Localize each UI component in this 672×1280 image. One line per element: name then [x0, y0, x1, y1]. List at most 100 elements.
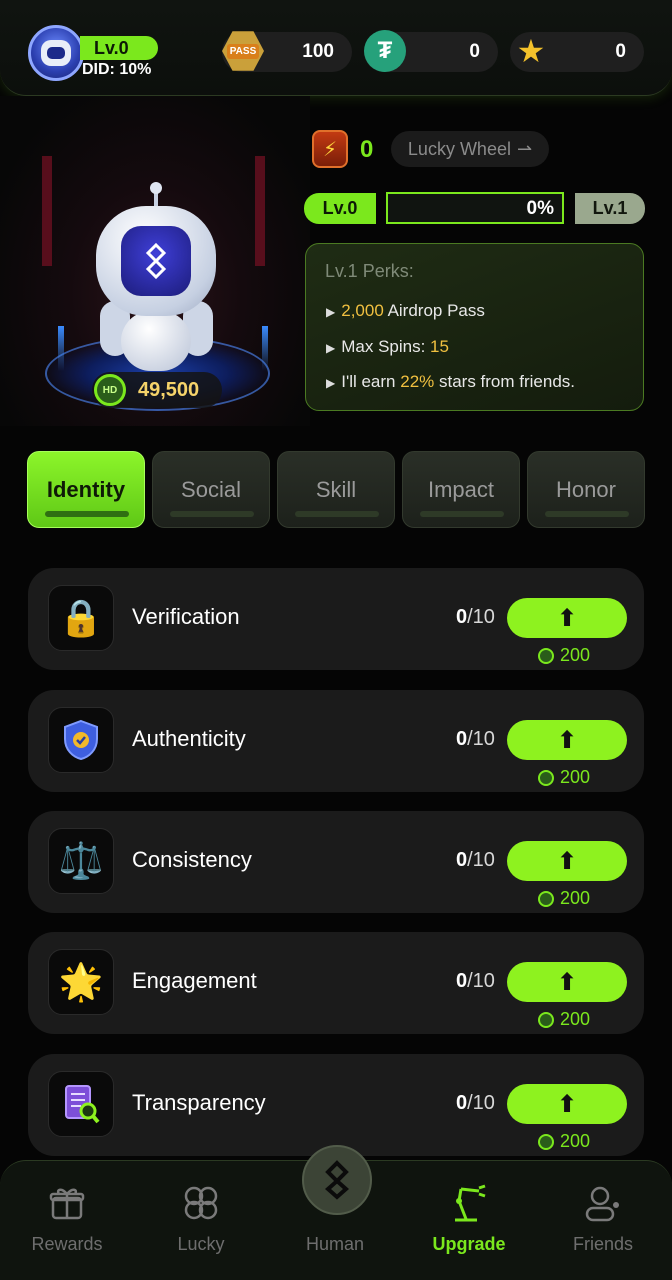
- upgrade-button[interactable]: ⬆: [507, 720, 627, 760]
- usdt-count: 0: [469, 41, 480, 62]
- upgrade-cost: 200: [538, 1009, 590, 1030]
- shield-check-icon: [48, 707, 114, 773]
- human-logo-icon: [145, 243, 167, 279]
- tab-identity[interactable]: Identity: [27, 451, 145, 528]
- nav-lucky[interactable]: Lucky: [134, 1161, 268, 1280]
- skill-name: Authenticity: [132, 726, 246, 751]
- scales-icon: ⚖️: [48, 828, 114, 894]
- perk-line: ▶ 2,000 Airdrop Pass: [326, 301, 485, 320]
- usdt-balance[interactable]: ₮ 0: [364, 30, 498, 72]
- tab-indicator: [170, 511, 254, 517]
- arrow-up-icon: ⬆: [556, 1090, 578, 1118]
- robot-avatar-icon: [41, 40, 71, 66]
- upgrade-button[interactable]: ⬆: [507, 962, 627, 1002]
- robot-hero: HD 49,500: [0, 96, 310, 426]
- tab-honor[interactable]: Honor: [527, 451, 645, 528]
- robot-antenna-tip: [150, 182, 162, 194]
- skill-name: Consistency: [132, 847, 252, 872]
- upgrade-cost: 200: [538, 767, 590, 788]
- arrow-up-icon: ⬆: [556, 726, 578, 754]
- skill-level: 0/10: [456, 606, 495, 628]
- coin-value: 49,500: [138, 378, 200, 401]
- arrow-right-icon: ⇀: [516, 138, 533, 159]
- tab-skill[interactable]: Skill: [277, 451, 395, 528]
- star-balance[interactable]: ★ 0: [510, 32, 644, 72]
- hd-coin-icon: [538, 890, 554, 907]
- arrow-up-icon: ⬆: [556, 847, 578, 875]
- skill-card-consistency: ⚖️ Consistency 0/10 ⬆ 200: [28, 811, 644, 913]
- rainbow-star-icon: 🌟: [48, 949, 114, 1015]
- skill-name: Engagement: [132, 968, 257, 993]
- skill-level: 0/10: [456, 970, 495, 992]
- tab-indicator: [420, 511, 504, 517]
- light-beam: [262, 326, 268, 371]
- tab-indicator: [295, 511, 379, 517]
- bullet-icon: ▶: [326, 341, 336, 355]
- lucky-wheel-button[interactable]: Lucky Wheel ⇀: [391, 131, 549, 167]
- skill-level: 0/10: [456, 849, 495, 871]
- nav-rewards[interactable]: Rewards: [0, 1161, 134, 1280]
- level-perks-panel: Lv.1 Perks: ▶ 2,000 Airdrop Pass ▶ Max Spi…: [305, 243, 644, 411]
- star-count: 0: [615, 41, 626, 62]
- tab-impact[interactable]: Impact: [402, 451, 520, 528]
- pass-icon: PASS: [222, 31, 264, 71]
- pass-balance[interactable]: PASS 100: [222, 31, 352, 72]
- skill-name: Transparency: [132, 1090, 266, 1115]
- robot-visor: [121, 226, 191, 296]
- arrow-up-icon: ⬆: [556, 968, 578, 996]
- robot-arm-icon: [449, 1183, 489, 1223]
- coin-balance: HD 49,500: [92, 372, 222, 408]
- hd-coin-icon: [538, 769, 554, 786]
- nav-upgrade[interactable]: Upgrade: [402, 1161, 536, 1280]
- next-level: Lv.1: [575, 193, 645, 224]
- skill-card-transparency: Transparency 0/10 ⬆ 200: [28, 1054, 644, 1156]
- level-badge: Lv.0: [80, 36, 158, 60]
- level-progress-bar: 0%: [386, 192, 564, 224]
- perks-title: Lv.1 Perks:: [325, 261, 414, 281]
- skill-name: Verification: [132, 604, 240, 629]
- upgrade-cost: 200: [538, 1131, 590, 1152]
- clover-icon: [181, 1183, 221, 1223]
- friends-icon: [583, 1183, 623, 1223]
- lock-icon: 🔒: [48, 585, 114, 651]
- bullet-icon: ▶: [326, 305, 336, 319]
- upgrade-button[interactable]: ⬆: [507, 841, 627, 881]
- perk-line: ▶ I'll earn 22% stars from friends.: [326, 372, 576, 391]
- lucky-wheel-label: Lucky Wheel: [407, 138, 511, 159]
- star-icon: ★: [516, 33, 546, 69]
- hd-coin-icon: [538, 647, 554, 664]
- current-level: Lv.0: [304, 193, 376, 224]
- skill-card-engagement: 🌟 Engagement 0/10 ⬆ 200: [28, 932, 644, 1034]
- light-beam: [58, 326, 64, 371]
- did-percentage: DID: 10%: [82, 61, 152, 78]
- robot-body: [121, 311, 191, 371]
- perk-line: ▶ Max Spins: 15: [326, 337, 449, 356]
- hd-coin-icon: [538, 1133, 554, 1150]
- upgrade-button[interactable]: ⬆: [507, 1084, 627, 1124]
- upgrade-cost: 200: [538, 645, 590, 666]
- tab-social[interactable]: Social: [152, 451, 270, 528]
- avatar[interactable]: [28, 25, 84, 81]
- pass-count: 100: [302, 41, 334, 62]
- tab-indicator: [45, 511, 129, 517]
- document-search-icon: [48, 1071, 114, 1137]
- background-stripe: [42, 156, 52, 266]
- skill-level: 0/10: [456, 1092, 495, 1114]
- gift-icon: [47, 1183, 87, 1223]
- skill-card-verification: 🔒 Verification 0/10 ⬆ 200: [28, 568, 644, 670]
- lightning-icon: ⚡: [312, 130, 348, 168]
- skill-card-authenticity: Authenticity 0/10 ⬆ 200: [28, 690, 644, 792]
- human-logo-icon: [324, 1160, 350, 1200]
- upgrade-cost: 200: [538, 888, 590, 909]
- progress-percent: 0%: [526, 198, 554, 219]
- bullet-icon: ▶: [326, 376, 336, 390]
- nav-friends[interactable]: Friends: [536, 1161, 670, 1280]
- arrow-up-icon: ⬆: [556, 604, 578, 632]
- skill-level: 0/10: [456, 728, 495, 750]
- tab-indicator: [545, 511, 629, 517]
- hd-coin-icon: [538, 1011, 554, 1028]
- upgrade-button[interactable]: ⬆: [507, 598, 627, 638]
- tether-icon: ₮: [364, 30, 406, 72]
- top-header: Lv.0 DID: 10% PASS 100 ₮ 0 ★ 0: [0, 0, 672, 96]
- human-home-button[interactable]: [302, 1145, 372, 1215]
